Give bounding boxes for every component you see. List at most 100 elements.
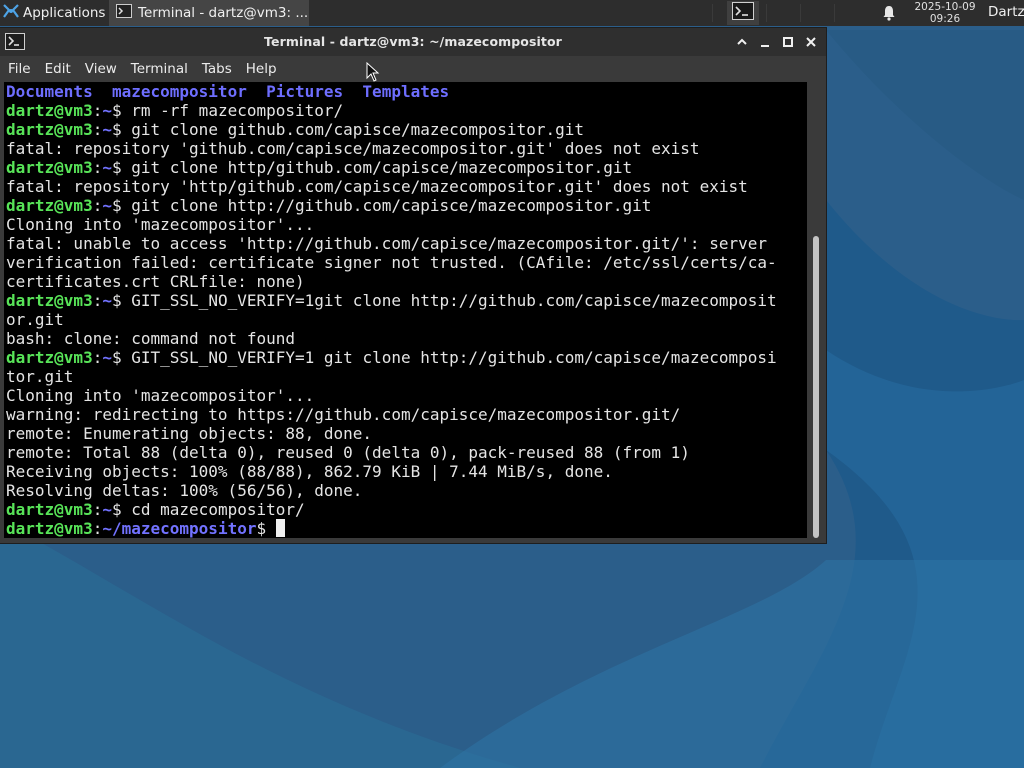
- terminal-line: tor.git: [6, 367, 73, 386]
- output-text: fatal: repository 'http/github.com/capis…: [6, 177, 748, 196]
- prompt-colon: :: [92, 500, 103, 519]
- terminal-line: fatal: repository 'github.com/capisce/ma…: [6, 139, 700, 158]
- prompt-path: ~: [102, 120, 112, 139]
- prompt-path: ~: [102, 348, 112, 367]
- prompt-symbol: $: [111, 291, 132, 310]
- clock-date: 2025-10-09: [914, 1, 976, 13]
- applications-label: Applications: [23, 5, 106, 21]
- terminal-text: Documents mazecompositor Pictures Templa…: [4, 82, 807, 538]
- mouse-pointer-icon: [366, 62, 380, 82]
- clock[interactable]: 2025-10-09 09:26: [906, 1, 984, 25]
- output-text: warning: redirecting to https://github.c…: [6, 405, 681, 424]
- scrollbar-thumb[interactable]: [813, 236, 819, 538]
- terminal-line: Documents mazecompositor Pictures Templa…: [6, 82, 449, 101]
- terminal-line: bash: clone: command not found: [6, 329, 295, 348]
- terminal-line: dartz@vm3:~/mazecompositor$: [6, 519, 285, 538]
- terminal-line: dartz@vm3:~$ git clone github.com/capisc…: [6, 120, 584, 139]
- command-text: GIT_SSL_NO_VERIFY=1 git clone http://git…: [131, 348, 777, 367]
- prompt-user: dartz@vm3: [6, 120, 93, 139]
- terminal-icon: [732, 2, 754, 24]
- command-text: git clone http://github.com/capisce/maze…: [131, 196, 652, 215]
- terminal-line: dartz@vm3:~$ GIT_SSL_NO_VERIFY=1 git clo…: [6, 348, 777, 367]
- output-text: tor.git: [6, 367, 74, 386]
- terminal-window: Terminal - dartz@vm3: ~/mazecompositor F…: [0, 28, 826, 543]
- prompt-path: ~: [102, 500, 112, 519]
- output-text: fatal: repository 'github.com/capisce/ma…: [6, 139, 700, 158]
- terminal-output[interactable]: Documents mazecompositor Pictures Templa…: [4, 82, 807, 538]
- terminal-line: verification failed: certificate signer …: [6, 253, 777, 272]
- menu-terminal[interactable]: Terminal: [125, 61, 194, 77]
- bell-icon[interactable]: [880, 4, 898, 22]
- output-text: or.git: [6, 310, 64, 329]
- user-menu-button[interactable]: Dartz: [988, 4, 1024, 20]
- prompt-user: dartz@vm3: [6, 291, 93, 310]
- output-text: remote: Total 88 (delta 0), reused 0 (de…: [6, 443, 690, 462]
- prompt-symbol: $: [111, 348, 132, 367]
- clock-time: 09:26: [929, 13, 961, 25]
- menu-tabs[interactable]: Tabs: [196, 61, 238, 77]
- text-cursor: [275, 519, 285, 537]
- scrollbar[interactable]: [809, 82, 823, 538]
- prompt-path: ~: [102, 291, 112, 310]
- output-text: Cloning into 'mazecompositor'...: [6, 215, 315, 234]
- minimize-button[interactable]: [755, 32, 775, 52]
- prompt-user: dartz@vm3: [6, 158, 93, 177]
- prompt-colon: :: [92, 348, 103, 367]
- terminal-line: remote: Total 88 (delta 0), reused 0 (de…: [6, 443, 690, 462]
- prompt-symbol: $: [111, 101, 132, 120]
- prompt-symbol: $: [256, 519, 276, 538]
- output-text: certificates.crt CRLfile: none): [6, 272, 305, 291]
- terminal-line: dartz@vm3:~$ GIT_SSL_NO_VERIFY=1git clon…: [6, 291, 777, 310]
- directory-entry: Templates: [362, 82, 450, 101]
- terminal-line: fatal: repository 'http/github.com/capis…: [6, 177, 748, 196]
- prompt-symbol: $: [111, 158, 132, 177]
- prompt-path: ~: [102, 196, 112, 215]
- chevron-up-icon[interactable]: [732, 32, 752, 52]
- terminal-line: Resolving deltas: 100% (56/56), done.: [6, 481, 362, 500]
- terminal-line: dartz@vm3:~$ git clone http/github.com/c…: [6, 158, 632, 177]
- directory-entry: mazecompositor: [111, 82, 247, 101]
- output-text: verification failed: certificate signer …: [6, 253, 777, 272]
- panel-separator: [800, 4, 801, 22]
- maximize-button[interactable]: [778, 32, 798, 52]
- terminal-line: warning: redirecting to https://github.c…: [6, 405, 680, 424]
- terminal-line: fatal: unable to access 'http://github.c…: [6, 234, 767, 253]
- window-title: Terminal - dartz@vm3: ~/mazecompositor: [264, 34, 562, 49]
- menu-bar: File Edit View Terminal Tabs Help: [0, 56, 826, 81]
- prompt-colon: :: [92, 101, 103, 120]
- directory-entry: Pictures: [266, 82, 344, 101]
- command-text: git clone github.com/capisce/mazecomposi…: [131, 120, 584, 139]
- terminal-line: Cloning into 'mazecompositor'...: [6, 386, 314, 405]
- close-button[interactable]: [801, 32, 821, 52]
- window-titlebar[interactable]: Terminal - dartz@vm3: ~/mazecompositor: [0, 28, 826, 56]
- xfce-logo-icon: [3, 3, 19, 23]
- menu-view[interactable]: View: [79, 61, 123, 77]
- prompt-colon: :: [92, 120, 103, 139]
- command-text: rm -rf mazecompositor/: [131, 101, 344, 120]
- terminal-line: dartz@vm3:~$ cd mazecompositor/: [6, 500, 305, 519]
- menu-file[interactable]: File: [2, 61, 37, 77]
- menu-help[interactable]: Help: [240, 61, 283, 77]
- terminal-line: dartz@vm3:~$ git clone http://github.com…: [6, 196, 651, 215]
- prompt-symbol: $: [111, 196, 132, 215]
- prompt-colon: :: [92, 291, 103, 310]
- applications-menu-button[interactable]: Applications ⁝: [0, 0, 113, 26]
- prompt-colon: :: [92, 519, 103, 538]
- menu-edit[interactable]: Edit: [39, 61, 77, 77]
- taskbar-item-terminal[interactable]: Terminal - dartz@vm3: ...: [109, 0, 309, 26]
- output-text: remote: Enumerating objects: 88, done.: [6, 424, 373, 443]
- output-text: Receiving objects: 100% (88/88), 862.79 …: [6, 462, 613, 481]
- prompt-user: dartz@vm3: [6, 500, 93, 519]
- prompt-colon: :: [92, 196, 103, 215]
- terminal-icon: [116, 3, 132, 23]
- prompt-symbol: $: [111, 500, 132, 519]
- command-text: cd mazecompositor/: [131, 500, 305, 519]
- terminal-line: dartz@vm3:~$ rm -rf mazecompositor/: [6, 101, 343, 120]
- panel-separator: [834, 4, 835, 22]
- terminal-launcher-button[interactable]: [727, 1, 759, 25]
- command-text: GIT_SSL_NO_VERIFY=1git clone http://gith…: [131, 291, 777, 310]
- prompt-user: dartz@vm3: [6, 519, 93, 538]
- terminal-line: Receiving objects: 100% (88/88), 862.79 …: [6, 462, 613, 481]
- taskbar-item-title: Terminal - dartz@vm3: ...: [138, 5, 309, 21]
- prompt-user: dartz@vm3: [6, 196, 93, 215]
